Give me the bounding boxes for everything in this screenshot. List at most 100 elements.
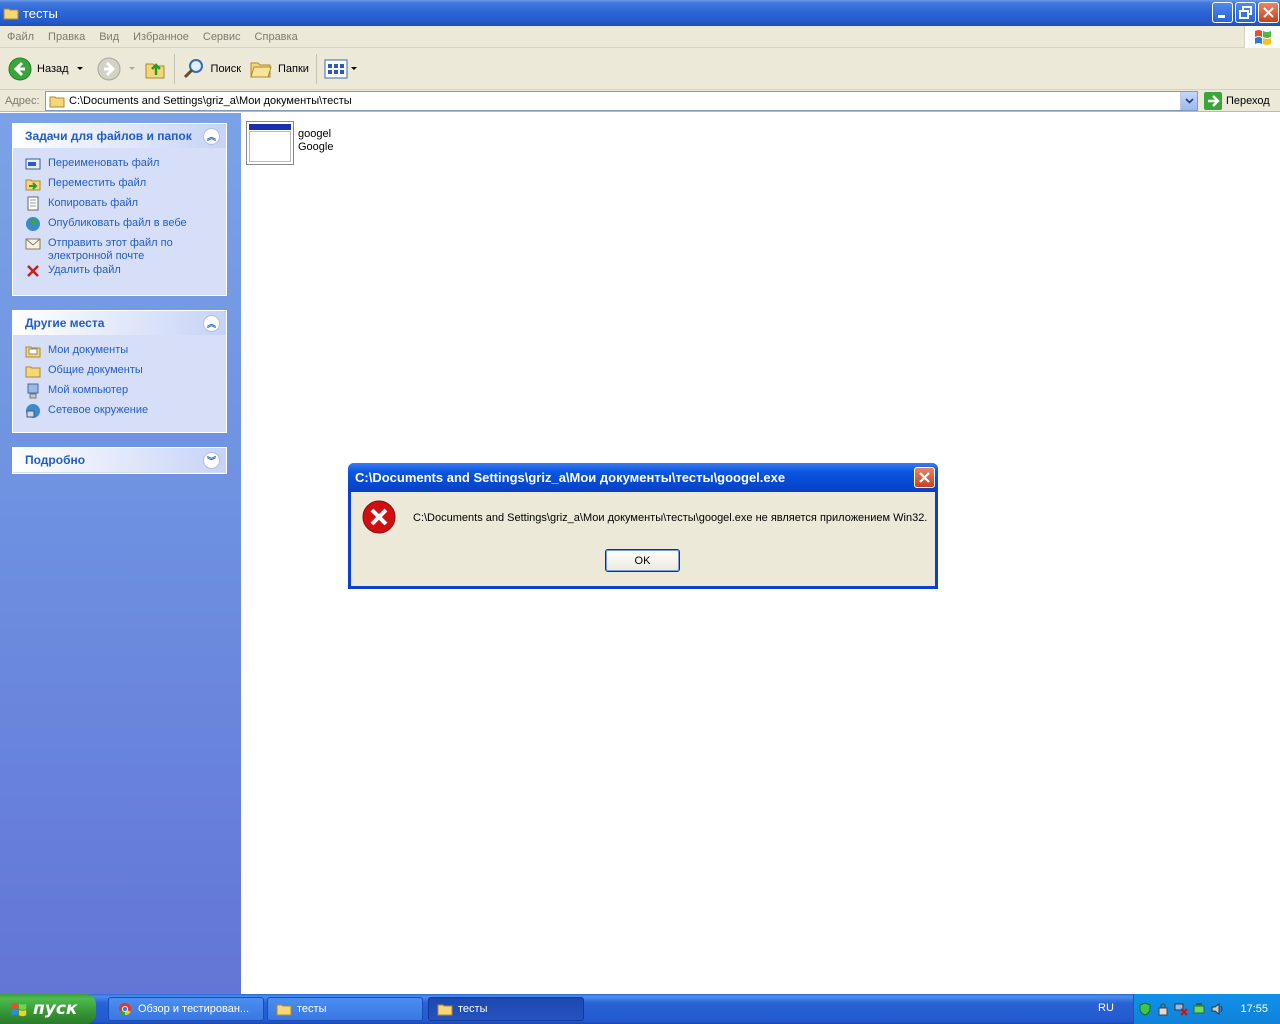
go-label: Переход xyxy=(1226,95,1270,107)
task-publish-web[interactable]: Опубликовать файл в вебе xyxy=(25,216,226,236)
collapse-icon[interactable]: ︽ xyxy=(203,128,220,145)
windows-logo xyxy=(1244,26,1280,48)
other-places-header[interactable]: Другие места ︽ xyxy=(13,310,226,335)
computer-icon xyxy=(27,383,39,399)
forward-button[interactable] xyxy=(93,52,139,86)
back-dropdown-icon[interactable] xyxy=(76,67,83,70)
details-panel: Подробно ︾ xyxy=(12,447,227,474)
views-button[interactable] xyxy=(320,52,361,86)
network-icon xyxy=(26,404,40,418)
forward-dropdown-icon[interactable] xyxy=(128,67,135,70)
search-button[interactable]: Поиск xyxy=(178,52,245,86)
task-pane: Задачи для файлов и папок ︽ Переименоват… xyxy=(0,113,241,994)
safely-remove-icon[interactable] xyxy=(1192,1002,1206,1016)
address-dropdown-button[interactable] xyxy=(1180,92,1197,110)
other-places-title: Другие места xyxy=(25,316,105,330)
folder-icon xyxy=(437,1004,453,1016)
file-item-googel[interactable]: googel Google xyxy=(246,121,333,165)
task-move-file[interactable]: Переместить файл xyxy=(25,176,226,196)
email-icon xyxy=(25,238,41,250)
back-button[interactable]: Назад xyxy=(4,52,87,86)
task-delete-file[interactable]: Удалить файл xyxy=(25,263,226,283)
expand-icon[interactable]: ︾ xyxy=(203,452,220,469)
close-button[interactable] xyxy=(1258,2,1279,23)
address-input[interactable]: C:\Documents and Settings\griz_a\Мои док… xyxy=(45,91,1198,111)
folder-icon xyxy=(276,1004,292,1016)
up-folder-button[interactable] xyxy=(139,52,171,86)
language-indicator[interactable]: RU xyxy=(1098,1002,1114,1014)
toolbar: Назад Поиск Папки xyxy=(0,48,1280,90)
start-button[interactable]: пуск xyxy=(0,994,96,1024)
other-places-panel: Другие места ︽ Мои документы Общие докум… xyxy=(12,310,227,433)
taskbar-item-browser[interactable]: Обзор и тестирован... xyxy=(108,997,264,1021)
views-dropdown-icon[interactable] xyxy=(350,67,357,70)
clock[interactable]: 17:55 xyxy=(1240,1003,1268,1015)
window-titlebar[interactable]: тесты xyxy=(0,0,1280,26)
rename-icon xyxy=(25,158,41,170)
copy-icon xyxy=(27,196,39,211)
toolbar-separator xyxy=(315,53,317,84)
go-arrow-icon xyxy=(1204,92,1222,110)
menu-file[interactable]: Файл xyxy=(0,31,41,43)
menu-help[interactable]: Справка xyxy=(248,31,305,43)
error-icon xyxy=(362,500,396,534)
folders-label: Папки xyxy=(278,62,309,75)
collapse-icon[interactable]: ︽ xyxy=(203,315,220,332)
globe-icon xyxy=(26,217,40,231)
folder-icon xyxy=(49,96,65,108)
back-arrow-icon xyxy=(8,57,32,80)
file-description: Google xyxy=(298,141,334,153)
dialog-close-button[interactable] xyxy=(914,467,935,488)
dialog-titlebar[interactable]: C:\Documents and Settings\griz_a\Мои док… xyxy=(348,463,938,492)
place-my-documents[interactable]: Мои документы xyxy=(25,343,226,363)
menu-tools[interactable]: Сервис xyxy=(196,31,248,43)
network-disconnected-icon[interactable] xyxy=(1174,1002,1188,1016)
file-name: googel xyxy=(298,128,332,140)
minimize-button[interactable] xyxy=(1212,2,1233,23)
dialog-message: C:\Documents and Settings\griz_a\Мои док… xyxy=(413,512,928,524)
speaker-icon[interactable] xyxy=(1210,1002,1224,1016)
taskbar-item-tests-2[interactable]: тесты xyxy=(428,997,584,1021)
exe-window-icon xyxy=(246,121,294,165)
task-rename-file[interactable]: Переименовать файл xyxy=(25,156,226,176)
place-network[interactable]: Сетевое окружение xyxy=(25,403,226,423)
error-dialog: C:\Documents and Settings\griz_a\Мои док… xyxy=(348,463,938,589)
taskbar: пуск Обзор и тестирован... тесты тесты R… xyxy=(0,994,1280,1024)
shield-icon[interactable] xyxy=(1138,1002,1152,1016)
menu-favorites[interactable]: Избранное xyxy=(126,31,196,43)
task-copy-file[interactable]: Копировать файл xyxy=(25,196,226,216)
windows-flag-icon xyxy=(11,1002,27,1017)
task-email-file[interactable]: Отправить этот файл по электронной почте xyxy=(25,236,226,263)
close-icon xyxy=(1263,7,1274,18)
menu-view[interactable]: Вид xyxy=(92,31,126,43)
back-label: Назад xyxy=(37,62,69,75)
start-label: пуск xyxy=(33,999,78,1019)
tasks-panel-header[interactable]: Задачи для файлов и папок ︽ xyxy=(13,123,226,148)
search-label: Поиск xyxy=(210,62,242,75)
place-my-computer[interactable]: Мой компьютер xyxy=(25,383,226,403)
lock-icon[interactable] xyxy=(1156,1002,1170,1016)
delete-icon xyxy=(27,265,39,277)
place-shared-documents[interactable]: Общие документы xyxy=(25,363,226,383)
tasks-panel-title: Задачи для файлов и папок xyxy=(25,129,192,143)
dialog-title: C:\Documents and Settings\griz_a\Мои док… xyxy=(355,470,786,485)
folders-button[interactable]: Папки xyxy=(245,52,313,86)
restore-button[interactable] xyxy=(1235,2,1256,23)
system-tray: 17:55 xyxy=(1133,994,1280,1024)
folder-icon xyxy=(25,366,41,378)
search-icon xyxy=(183,58,203,78)
move-icon xyxy=(25,179,41,191)
details-header[interactable]: Подробно ︾ xyxy=(13,447,226,472)
ok-button[interactable]: OK xyxy=(605,549,680,572)
forward-arrow-icon xyxy=(97,57,121,80)
restore-icon xyxy=(1239,6,1252,19)
address-path: C:\Documents and Settings\griz_a\Мои док… xyxy=(69,95,352,107)
go-button[interactable]: Переход xyxy=(1204,91,1270,111)
folder-up-icon xyxy=(145,62,165,78)
toolbar-separator xyxy=(173,53,175,84)
taskbar-item-tests-1[interactable]: тесты xyxy=(267,997,423,1021)
chevron-down-icon xyxy=(1184,98,1194,104)
chrome-icon xyxy=(118,1002,132,1016)
details-title: Подробно xyxy=(25,453,86,467)
menu-edit[interactable]: Правка xyxy=(41,31,92,43)
